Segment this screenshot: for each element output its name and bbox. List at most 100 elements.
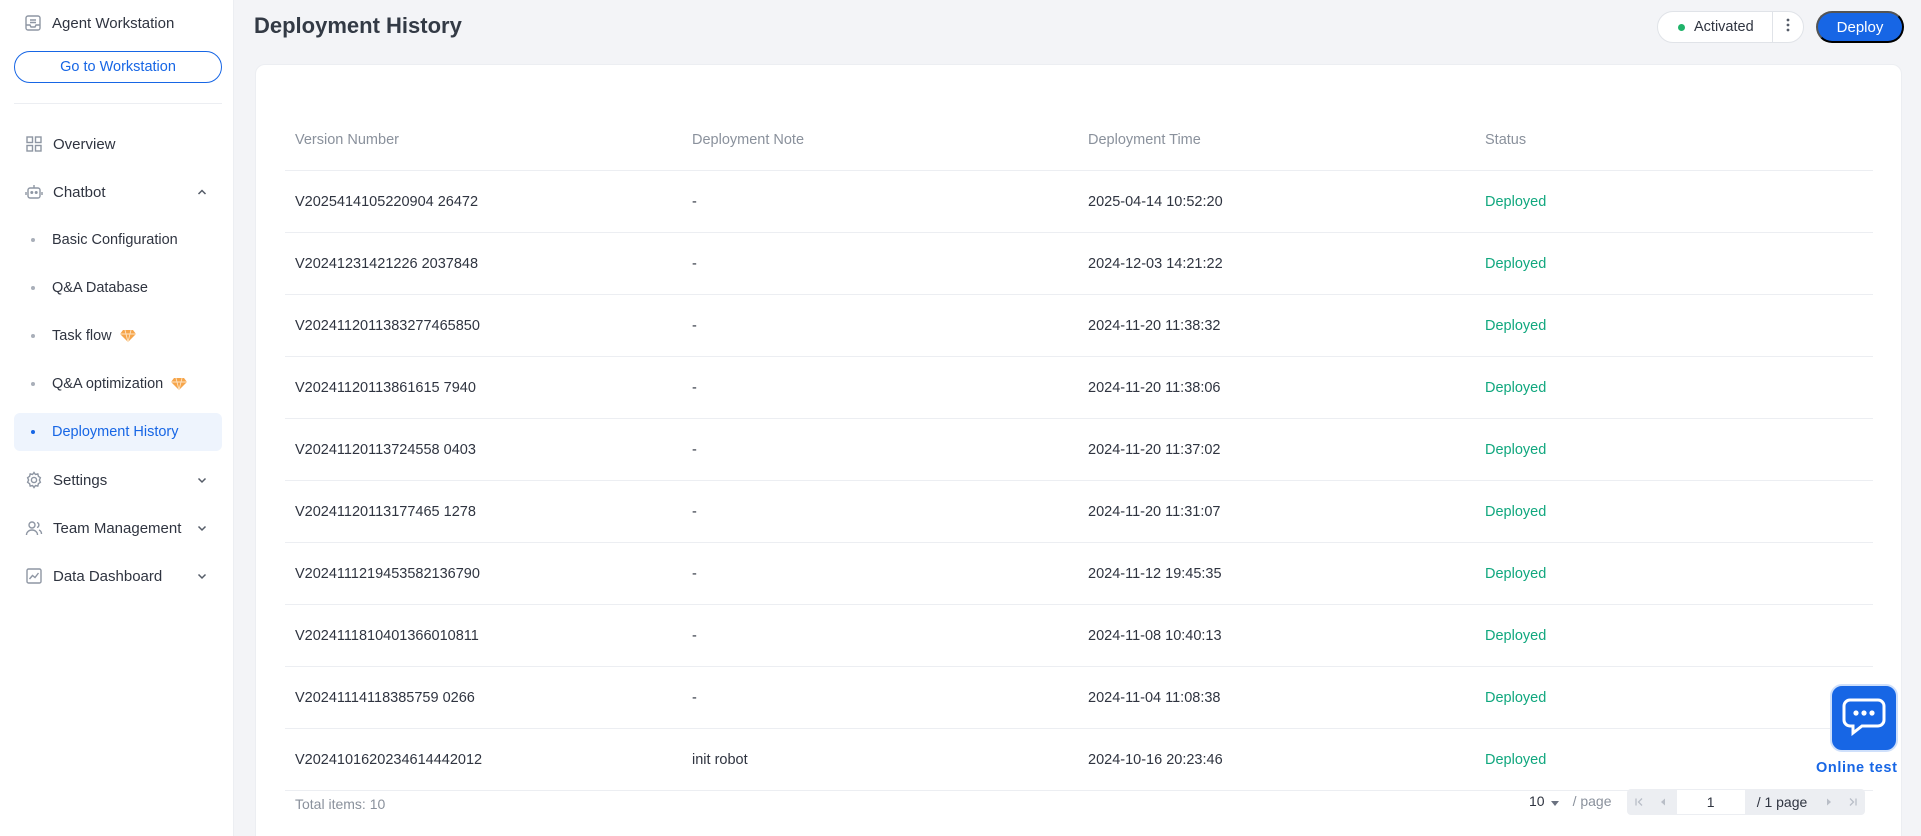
cell-status: Deployed [1485, 565, 1547, 582]
table-row: V20241120113861615 7940 - 2024-11-20 11:38… [285, 357, 1873, 419]
gear-icon [25, 471, 43, 489]
sidebar-item-label: Overview [53, 135, 116, 153]
cell-note: - [692, 627, 697, 644]
table-row: V2024101620234614442012 init robot 2024-10… [285, 729, 1873, 791]
diamond-icon [119, 329, 137, 343]
caret-down-icon [1550, 793, 1559, 809]
sidebar-item-chatbot[interactable]: Chatbot [14, 173, 222, 211]
sidebar-sub-deployment-history[interactable]: Deployment History [14, 413, 222, 451]
table-row: V2024111219453582136790 - 2024-11-12 19:45… [285, 543, 1873, 605]
column-header-status: Status [1485, 131, 1527, 148]
cell-time: 2025-04-14 10:52:20 [1088, 193, 1223, 210]
cell-status: Deployed [1485, 627, 1547, 644]
chevron-down-icon [196, 569, 208, 586]
bullet-dot [31, 286, 35, 290]
chevron-down-icon [196, 521, 208, 538]
sidebar-divider [14, 103, 222, 104]
status-dot [1678, 23, 1685, 31]
cell-status: Deployed [1485, 379, 1547, 396]
page-count-label: / 1 page [1756, 794, 1808, 810]
cell-status: Deployed [1485, 193, 1547, 210]
cell-time: 2024-12-03 14:21:22 [1088, 255, 1223, 272]
more-options-button[interactable] [1772, 11, 1804, 43]
cell-note: init robot [692, 751, 748, 768]
last-page-icon[interactable] [1841, 789, 1865, 815]
first-page-icon[interactable] [1627, 789, 1651, 815]
cell-status: Deployed [1485, 317, 1547, 334]
sidebar-sub-label: Q&A optimization [52, 376, 164, 392]
cell-time: 2024-11-08 10:40:13 [1088, 627, 1222, 644]
sidebar-item-overview[interactable]: Overview [14, 125, 222, 163]
sidebar: Agent Workstation Go to Workstation Over… [0, 0, 234, 836]
sidebar-sub-label: Task flow [52, 328, 112, 344]
page-size-select[interactable]: 10 / page [1529, 793, 1612, 809]
sidebar-sub-qa-optimization[interactable]: Q&A optimization [14, 365, 222, 403]
table-row: V20241231421226 2037848 - 2024-12-03 14:21… [285, 233, 1873, 295]
diamond-icon [170, 377, 188, 391]
table-row: V2024111810401366010811 - 2024-11-08 10:40… [285, 605, 1873, 667]
chevron-down-icon [196, 473, 208, 490]
cell-version: V20241120113861615 7940 [295, 379, 476, 396]
sidebar-sub-qa-database[interactable]: Q&A Database [14, 269, 222, 307]
status-badge[interactable]: Activated [1657, 11, 1773, 43]
per-page-label: / page [1572, 793, 1612, 809]
table-row: V20241120113177465 1278 - 2024-11-20 11:31… [285, 481, 1873, 543]
next-page-icon[interactable] [1817, 789, 1841, 815]
sidebar-item-label: Chatbot [53, 183, 106, 201]
go-to-workstation-button[interactable]: Go to Workstation [14, 51, 222, 83]
cell-status: Deployed [1485, 689, 1547, 706]
sidebar-sub-basic-configuration[interactable]: Basic Configuration [14, 221, 222, 259]
cell-version: V2025414105220904 26472 [295, 193, 479, 210]
cell-time: 2024-11-12 19:45:35 [1088, 565, 1222, 582]
users-icon [25, 519, 43, 537]
cell-time: 2024-11-20 11:38:32 [1088, 317, 1221, 334]
table-row: V20241114118385759 0266 - 2024-11-04 11:08… [285, 667, 1873, 729]
inbox-icon [24, 14, 42, 32]
sidebar-sub-label: Deployment History [52, 424, 179, 440]
cell-note: - [692, 565, 697, 582]
online-test-label[interactable]: Online test [1816, 760, 1898, 776]
cell-time: 2024-11-20 11:31:07 [1088, 503, 1221, 520]
sidebar-item-team-management[interactable]: Team Management [14, 509, 222, 547]
table-row: V2025414105220904 26472 - 2025-04-14 10:52… [285, 171, 1873, 233]
sidebar-item-settings[interactable]: Settings [14, 461, 222, 499]
chat-bubble-icon [1842, 696, 1886, 741]
chart-icon [25, 567, 43, 585]
page-title: Deployment History [254, 13, 462, 38]
cell-status: Deployed [1485, 255, 1547, 272]
sidebar-sub-task-flow[interactable]: Task flow [14, 317, 222, 355]
cell-version: V2024101620234614442012 [295, 751, 483, 768]
sidebar-sub-label: Q&A Database [52, 280, 148, 296]
table-row: V20241120113724558 0403 - 2024-11-20 11:37… [285, 419, 1873, 481]
robot-icon [25, 183, 43, 201]
bullet-dot [31, 334, 35, 338]
prev-page-icon[interactable] [1651, 789, 1675, 815]
sidebar-header[interactable]: Agent Workstation [24, 12, 174, 34]
page-size-value: 10 [1529, 793, 1545, 809]
cell-version: V20241114118385759 0266 [295, 689, 475, 706]
cell-note: - [692, 193, 697, 210]
table-row: V2024112011383277465850 - 2024-11-20 11:38… [285, 295, 1873, 357]
total-items-count: 10 [369, 796, 386, 812]
cell-status: Deployed [1485, 441, 1547, 458]
cell-status: Deployed [1485, 503, 1547, 520]
cell-status: Deployed [1485, 751, 1547, 768]
table-header: Version Number Deployment Note Deploymen… [285, 109, 1873, 171]
cell-note: - [692, 317, 697, 334]
column-header-version: Version Number [295, 131, 399, 148]
deploy-button[interactable]: Deploy [1816, 11, 1904, 43]
column-header-note: Deployment Note [692, 131, 805, 148]
sidebar-header-label: Agent Workstation [52, 14, 175, 32]
sidebar-sub-label: Basic Configuration [52, 232, 178, 248]
sidebar-item-label: Team Management [53, 519, 182, 537]
cell-note: - [692, 255, 697, 272]
online-test-button[interactable] [1830, 684, 1898, 752]
cell-note: - [692, 379, 697, 396]
bullet-dot [31, 382, 35, 386]
cell-time: 2024-11-04 11:08:38 [1088, 689, 1221, 706]
sidebar-item-data-dashboard[interactable]: Data Dashboard [14, 557, 222, 595]
cell-time: 2024-11-20 11:38:06 [1088, 379, 1221, 396]
page-number-input[interactable] [1676, 790, 1745, 814]
cell-time: 2024-10-16 20:23:46 [1088, 751, 1223, 768]
cell-version: V2024112011383277465850 [295, 317, 480, 334]
